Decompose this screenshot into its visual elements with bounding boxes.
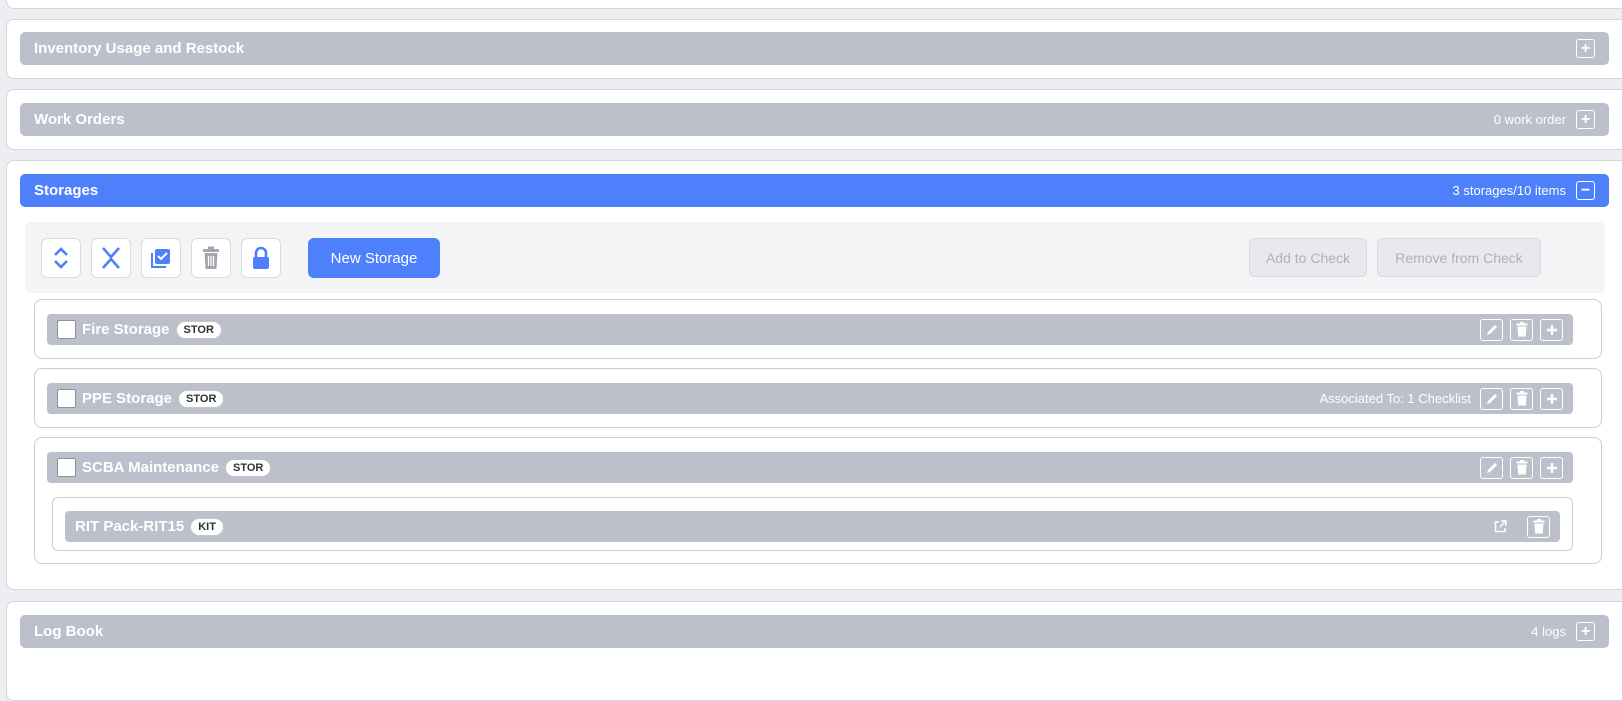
plus-icon	[1546, 462, 1557, 473]
delete-kit-button[interactable]	[1527, 515, 1550, 538]
expand-all-button[interactable]	[41, 238, 81, 278]
select-all-button[interactable]	[141, 238, 181, 278]
row-checkbox[interactable]	[57, 389, 76, 408]
expand-plus-icon[interactable]: +	[1576, 622, 1595, 641]
storage-row[interactable]: Fire Storage STOR	[47, 314, 1573, 345]
storages-section: Storages 3 storages/10 items − New Stora…	[6, 160, 1622, 590]
edit-button[interactable]	[1480, 387, 1503, 410]
storage-row[interactable]: PPE Storage STOR Associated To: 1 Checkl…	[47, 383, 1573, 414]
edit-button[interactable]	[1480, 456, 1503, 479]
trash-icon	[1516, 391, 1527, 406]
delete-button[interactable]	[191, 238, 231, 278]
open-external-button[interactable]	[1494, 520, 1507, 533]
storage-name: Fire Storage	[82, 321, 170, 338]
lock-icon	[253, 246, 269, 269]
delete-row-button[interactable]	[1510, 387, 1533, 410]
pencil-icon	[1486, 324, 1497, 335]
storage-tag: STOR	[224, 458, 272, 477]
storage-name: PPE Storage	[82, 390, 173, 407]
top-partial-card	[6, 0, 1622, 9]
storage-tag: STOR	[175, 320, 222, 339]
section-title: Work Orders	[34, 111, 125, 128]
lock-button[interactable]	[241, 238, 281, 278]
pencil-icon	[1486, 462, 1497, 473]
row-checkbox[interactable]	[57, 458, 76, 477]
new-storage-button[interactable]: New Storage	[308, 238, 440, 278]
pencil-icon	[1486, 393, 1497, 404]
row-checkbox[interactable]	[57, 320, 76, 339]
work-orders-section-header[interactable]: Work Orders 0 work order +	[20, 103, 1609, 136]
expand-all-icon	[54, 247, 68, 269]
plus-icon	[1546, 324, 1557, 335]
storage-row-card: Fire Storage STOR	[34, 299, 1602, 359]
storage-count: 3 storages/10 items	[1452, 183, 1566, 198]
storage-row[interactable]: SCBA Maintenance STOR	[47, 452, 1573, 483]
log-book-section: Log Book 4 logs +	[6, 601, 1622, 701]
kit-name: RIT Pack-RIT15	[75, 518, 185, 535]
select-all-icon	[151, 249, 170, 268]
work-orders-section: Work Orders 0 work order +	[6, 89, 1622, 150]
collapse-minus-icon[interactable]: −	[1576, 181, 1595, 200]
expand-plus-icon[interactable]: +	[1576, 39, 1595, 58]
section-title: Log Book	[34, 623, 104, 640]
storage-row-card: SCBA Maintenance STOR RIT Pack-RIT15 KIT	[34, 437, 1602, 564]
external-link-icon	[1494, 520, 1507, 533]
log-count: 4 logs	[1531, 624, 1566, 639]
storages-section-header[interactable]: Storages 3 storages/10 items −	[20, 174, 1609, 207]
section-title: Inventory Usage and Restock	[34, 40, 245, 57]
work-order-count: 0 work order	[1493, 112, 1566, 127]
storage-toolbar: New Storage Add to Check Remove from Che…	[25, 222, 1605, 293]
expand-plus-icon[interactable]: +	[1576, 110, 1595, 129]
delete-row-button[interactable]	[1510, 456, 1533, 479]
plus-icon	[1546, 393, 1557, 404]
delete-row-button[interactable]	[1510, 318, 1533, 341]
association-info[interactable]: Associated To: 1 Checklist	[1320, 391, 1472, 406]
edit-button[interactable]	[1480, 318, 1503, 341]
trash-icon	[1533, 519, 1544, 534]
collapse-all-button[interactable]	[91, 238, 131, 278]
section-title: Storages	[34, 182, 99, 199]
kit-card: RIT Pack-RIT15 KIT	[52, 497, 1573, 551]
storage-row-card: PPE Storage STOR Associated To: 1 Checkl…	[34, 368, 1602, 428]
trash-icon	[1516, 322, 1527, 337]
storage-tag: STOR	[178, 389, 225, 408]
add-item-button[interactable]	[1540, 318, 1563, 341]
inventory-section-header[interactable]: Inventory Usage and Restock +	[20, 32, 1609, 65]
add-to-check-button[interactable]: Add to Check	[1249, 238, 1367, 277]
storage-name: SCBA Maintenance	[82, 459, 219, 476]
add-item-button[interactable]	[1540, 387, 1563, 410]
log-book-section-header[interactable]: Log Book 4 logs +	[20, 615, 1609, 648]
trash-icon	[1516, 460, 1527, 475]
inventory-section: Inventory Usage and Restock +	[6, 19, 1622, 79]
add-item-button[interactable]	[1540, 456, 1563, 479]
collapse-all-icon	[102, 247, 120, 269]
remove-from-check-button[interactable]: Remove from Check	[1377, 238, 1541, 277]
trash-icon	[203, 246, 219, 269]
kit-row[interactable]: RIT Pack-RIT15 KIT	[65, 511, 1560, 542]
kit-tag: KIT	[190, 517, 224, 536]
